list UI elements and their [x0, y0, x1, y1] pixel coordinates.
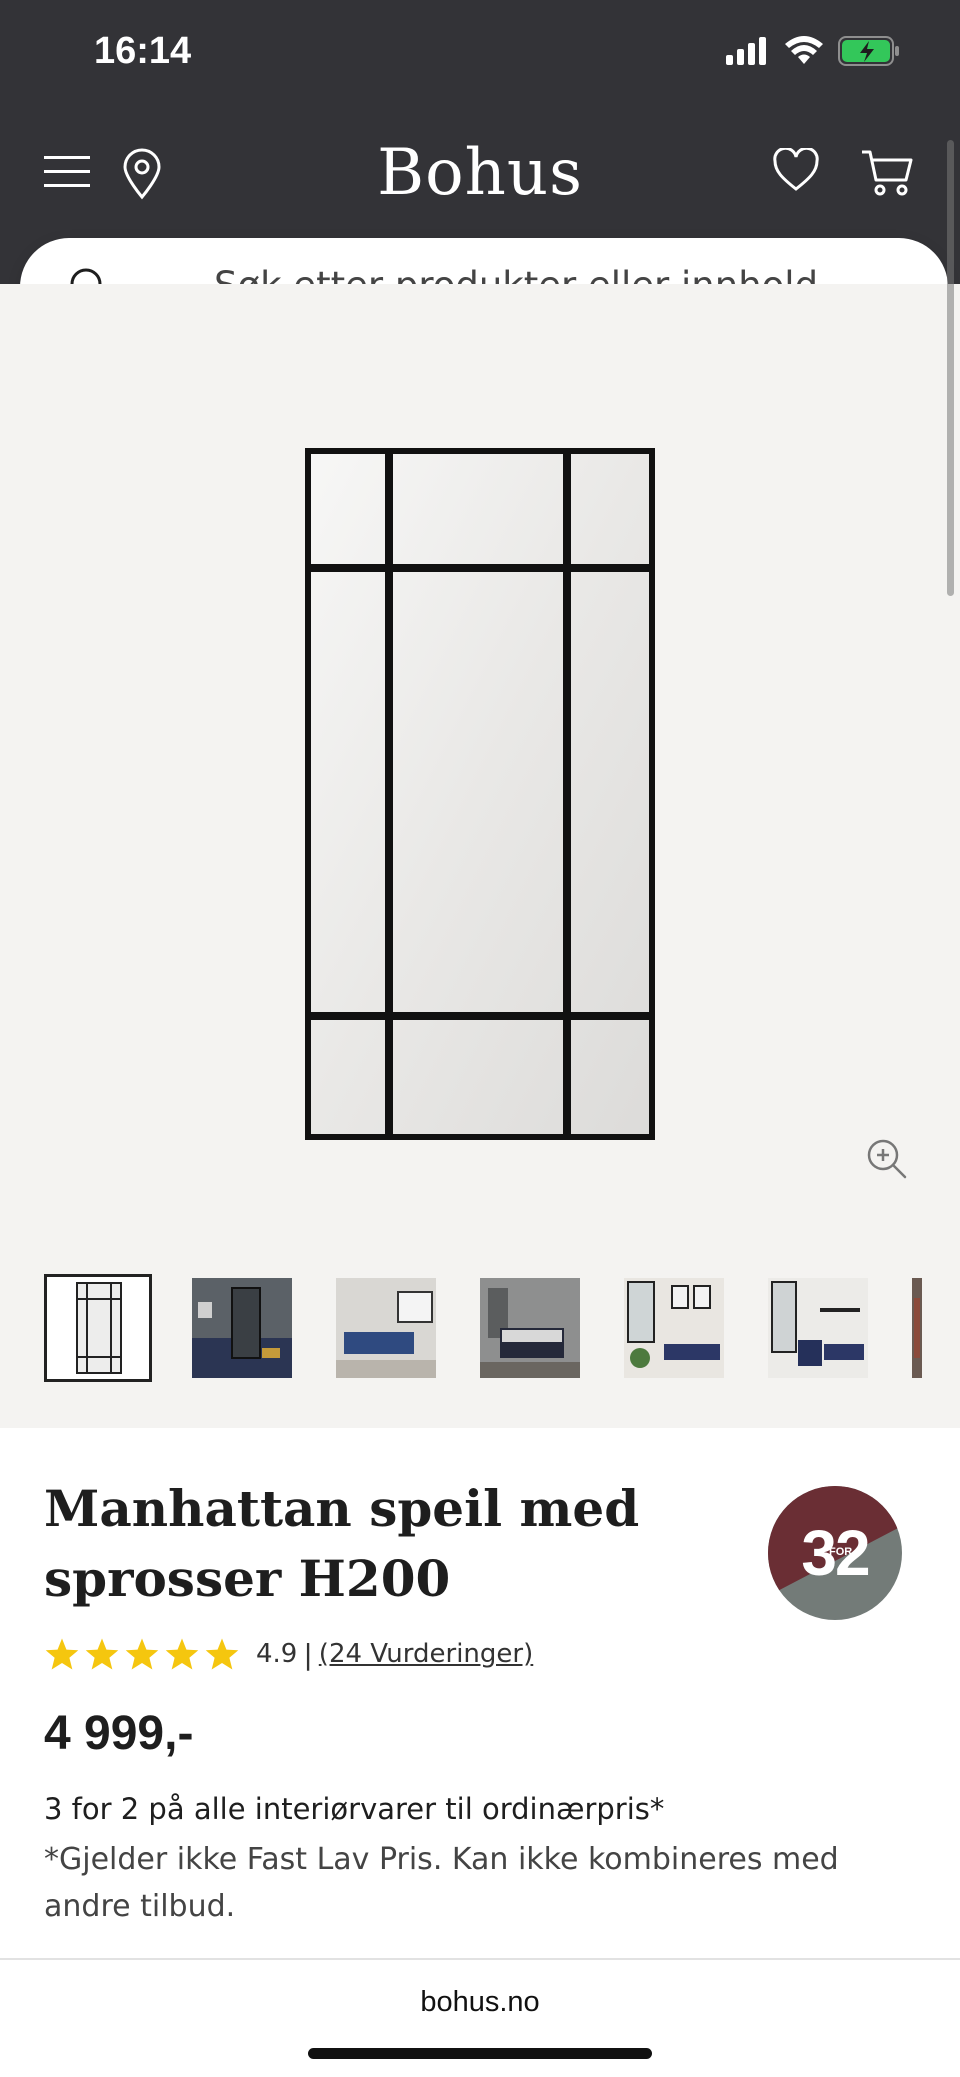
thumbnail-room-image [768, 1278, 868, 1378]
product-title: Manhattan speil med sprosser H200 [44, 1474, 664, 1614]
three-for-two-badge: 32 FOR [768, 1486, 902, 1620]
thumbnail-room-image [624, 1278, 724, 1378]
product-title-line-1: Manhattan speil med [44, 1479, 640, 1538]
product-info: Manhattan speil med sprosser H200 32 FOR… [0, 1428, 960, 1958]
thumbnail-room-image [480, 1278, 580, 1378]
thumbnail-strip [44, 1274, 960, 1388]
signal-icon [726, 37, 766, 65]
product-title-line-2: sprosser H200 [44, 1549, 451, 1608]
reviews-link[interactable]: (24 Vurderinger) [319, 1639, 533, 1669]
rating-row: 4.9 | (24 Vurderinger) [44, 1634, 533, 1674]
star-rating [44, 1637, 240, 1671]
home-indicator[interactable] [308, 2048, 652, 2059]
star-icon [165, 1638, 199, 1670]
thumbnail-room-image [912, 1278, 922, 1378]
thumbnail-5[interactable] [624, 1278, 724, 1378]
thumbnail-2[interactable] [192, 1278, 292, 1378]
star-icon [85, 1638, 119, 1670]
product-main-image[interactable] [305, 448, 655, 1140]
promo-title: 3 for 2 på alle interiørvarer til ordinæ… [44, 1792, 665, 1826]
thumbnail-mirror-image [76, 1282, 122, 1374]
status-time: 16:14 [94, 30, 192, 72]
wifi-icon [785, 36, 823, 64]
star-icon [45, 1638, 79, 1670]
promo-note: *Gjelder ikke Fast Lav Pris. Kan ikke ko… [44, 1842, 839, 1924]
thumbnail-room-image [192, 1278, 292, 1378]
thumbnail-7[interactable] [912, 1278, 922, 1378]
thumbnail-1[interactable] [44, 1274, 152, 1382]
thumbnail-3[interactable] [336, 1278, 436, 1378]
product-image-gallery [0, 284, 960, 1428]
star-icon [205, 1638, 239, 1670]
product-price: 4 999,- [44, 1707, 194, 1760]
url-label[interactable]: bohus.no [0, 1986, 960, 2019]
rating-value: 4.9 [256, 1639, 298, 1669]
star-icon [125, 1638, 159, 1670]
thumbnail-4[interactable] [480, 1278, 580, 1378]
status-icons [726, 36, 900, 66]
thumbnail-6[interactable] [768, 1278, 868, 1378]
badge-for-text: FOR [829, 1546, 853, 1558]
thumbnail-room-image [336, 1278, 436, 1378]
browser-footer: bohus.no [0, 1960, 960, 2077]
scrollbar[interactable] [947, 140, 954, 596]
battery-charging-icon [838, 36, 899, 66]
rating-separator: | [303, 1637, 313, 1671]
zoom-icon[interactable] [866, 1138, 908, 1180]
brand-logo[interactable]: Bohus [0, 136, 960, 210]
